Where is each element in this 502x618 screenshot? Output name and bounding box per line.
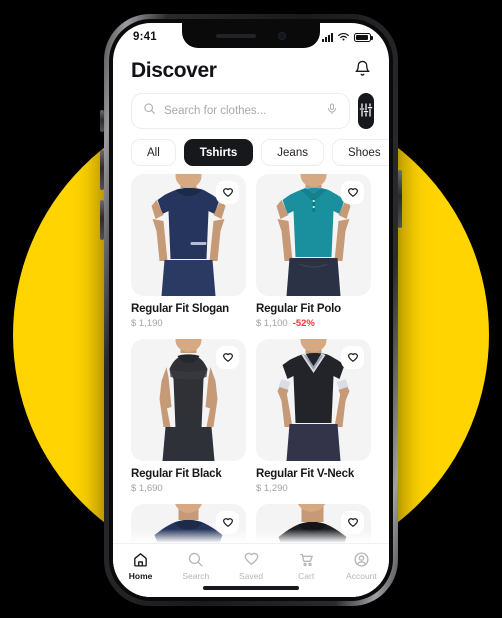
phone-screen: 9:41 Discover Search for clothes... All … — [113, 23, 389, 597]
chip-shoes[interactable]: Shoes — [331, 139, 389, 166]
tab-search[interactable]: Search — [168, 551, 223, 581]
product-card[interactable]: Regular Fit Polo $ 1,100 -52% — [256, 174, 371, 329]
phone-bezel: 9:41 Discover Search for clothes... All … — [109, 19, 393, 601]
heart-icon — [347, 517, 358, 527]
tab-label: Search — [182, 571, 210, 581]
tab-home[interactable]: Home — [113, 551, 168, 581]
chip-label: Shoes — [347, 146, 381, 159]
cellular-signal-icon — [322, 32, 333, 42]
product-price-row: $ 1,690 — [131, 483, 246, 494]
heart-icon — [222, 187, 233, 197]
heart-icon — [222, 352, 233, 362]
power-button[interactable] — [398, 170, 402, 228]
wifi-icon — [338, 33, 349, 41]
user-circle-icon — [354, 552, 369, 567]
product-grid-scroll[interactable]: Regular Fit Slogan $ 1,190 Regular Fit P… — [113, 174, 389, 597]
tab-label: Account — [346, 571, 377, 581]
bell-icon[interactable] — [354, 60, 371, 82]
product-card[interactable]: Regular Fit Slogan $ 1,190 — [131, 174, 246, 329]
status-time: 9:41 — [133, 31, 157, 43]
product-price-row: $ 1,290 — [256, 483, 371, 494]
chip-tshirts[interactable]: Tshirts — [183, 139, 254, 166]
chip-label: Tshirts — [199, 146, 238, 159]
product-discount: -52% — [292, 318, 315, 329]
product-price: $ 1,290 — [256, 483, 288, 494]
search-icon — [189, 552, 203, 567]
app-header: Discover — [113, 51, 389, 87]
product-name: Regular Fit Slogan — [131, 303, 229, 315]
product-grid: Regular Fit Slogan $ 1,190 Regular Fit P… — [113, 174, 389, 597]
page-title: Discover — [131, 59, 217, 82]
cart-icon — [299, 553, 313, 567]
tab-cart[interactable]: Cart — [279, 551, 334, 581]
status-bar: 9:41 — [113, 23, 389, 51]
tab-label: Cart — [298, 571, 315, 581]
chip-label: Jeans — [277, 146, 308, 159]
product-thumbnail — [131, 174, 246, 296]
heart-icon — [222, 517, 233, 527]
product-card[interactable]: Regular Fit Black $ 1,690 — [131, 339, 246, 494]
search-input[interactable] — [164, 105, 318, 117]
screenshot-stage: 9:41 Discover Search for clothes... All … — [0, 0, 502, 618]
product-price: $ 1,690 — [131, 483, 163, 494]
filter-button[interactable] — [358, 93, 374, 129]
search-row — [113, 87, 389, 129]
tab-saved[interactable]: Saved — [223, 551, 278, 581]
tab-label: Saved — [238, 571, 264, 581]
product-name: Regular Fit V-Neck — [256, 468, 355, 480]
microphone-icon[interactable] — [326, 102, 338, 120]
phone-device-frame: 9:41 Discover Search for clothes... All … — [104, 14, 398, 606]
product-price-row: $ 1,100 -52% — [256, 318, 371, 329]
product-price: $ 1,190 — [131, 318, 163, 329]
favorite-button[interactable] — [341, 181, 364, 204]
product-thumbnail — [256, 174, 371, 296]
heart-icon — [347, 352, 358, 362]
search-icon — [143, 102, 156, 120]
product-price-row: $ 1,190 — [131, 318, 246, 329]
tab-label: Home — [128, 571, 153, 581]
category-chip-list: All Tshirts Jeans Shoes — [113, 129, 389, 174]
home-icon — [134, 553, 147, 567]
heart-icon — [347, 187, 358, 197]
favorite-button[interactable] — [216, 346, 239, 369]
status-indicators — [322, 32, 373, 42]
favorite-button[interactable] — [341, 346, 364, 369]
product-name: Regular Fit Black — [131, 468, 222, 480]
favorite-button[interactable] — [216, 511, 239, 534]
product-name: Regular Fit Polo — [256, 303, 341, 315]
heart-icon — [244, 552, 258, 565]
sliders-filter-icon — [358, 102, 374, 121]
product-price: $ 1,100 — [256, 318, 288, 329]
tab-account[interactable]: Account — [334, 551, 389, 581]
favorite-button[interactable] — [341, 511, 364, 534]
home-indicator[interactable] — [203, 586, 299, 590]
search-box[interactable] — [131, 93, 350, 129]
chip-label: All — [147, 146, 160, 159]
chip-jeans[interactable]: Jeans — [261, 139, 324, 166]
chip-all[interactable]: All — [131, 139, 176, 166]
product-card[interactable]: Regular Fit V-Neck $ 1,290 — [256, 339, 371, 494]
favorite-button[interactable] — [216, 181, 239, 204]
product-thumbnail — [131, 339, 246, 461]
battery-icon — [354, 32, 373, 42]
product-thumbnail — [256, 339, 371, 461]
